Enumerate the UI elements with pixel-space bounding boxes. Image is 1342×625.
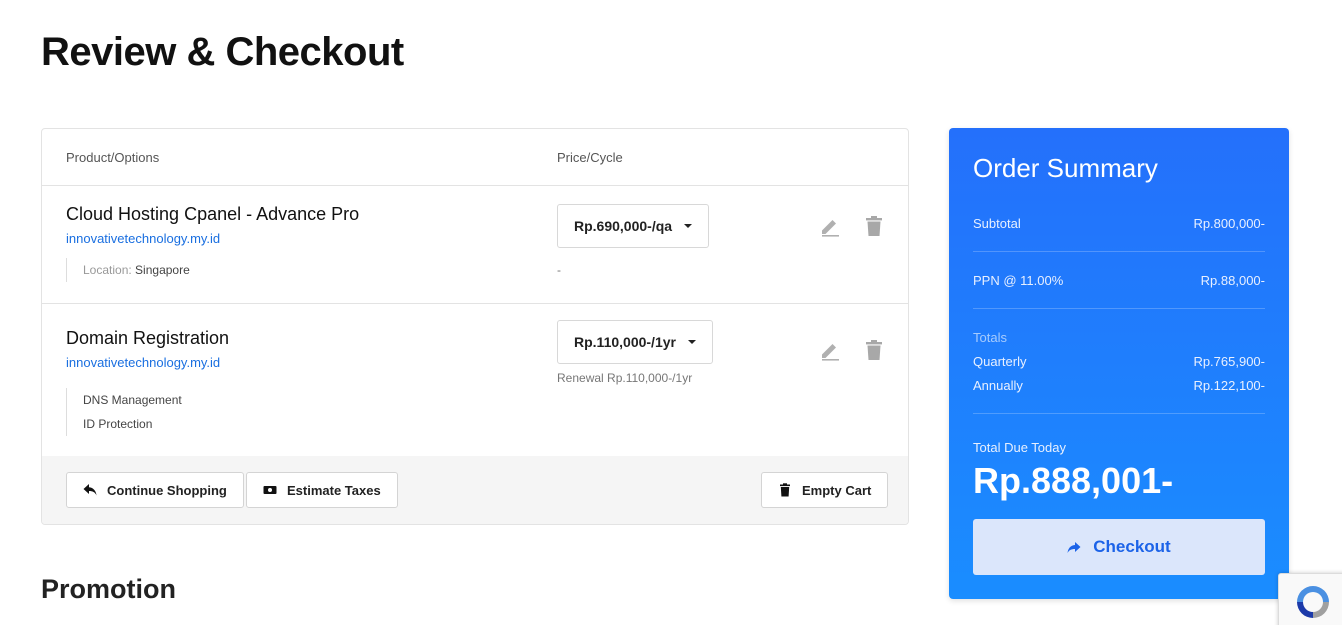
annually-label: Annually [973, 378, 1023, 393]
subtotal-value: Rp.800,000- [1193, 216, 1265, 231]
arrow-right-icon [1067, 540, 1081, 554]
annually-row: Annually Rp.122,100- [973, 378, 1265, 393]
billing-cycle-select[interactable]: Rp.690,000-/qa [557, 204, 710, 248]
cart-item: Cloud Hosting Cpanel - Advance Pro innov… [42, 186, 908, 304]
total-due-label: Total Due Today [973, 440, 1066, 455]
reply-arrow-icon [83, 483, 97, 497]
trash-icon[interactable] [863, 215, 885, 237]
quarterly-value: Rp.765,900- [1193, 354, 1265, 369]
subtotal-row: Subtotal Rp.800,000- [973, 216, 1265, 231]
product-domain-link[interactable]: innovativetechnology.my.id [66, 355, 220, 370]
summary-divider [973, 251, 1265, 252]
estimate-taxes-label: Estimate Taxes [287, 482, 381, 498]
product-domain-link[interactable]: innovativetechnology.my.id [66, 231, 220, 246]
order-summary-panel: Order Summary Subtotal Rp.800,000- PPN @… [949, 128, 1289, 599]
estimate-taxes-button[interactable]: Estimate Taxes [246, 472, 398, 508]
tax-label: PPN @ 11.00% [973, 273, 1064, 288]
checkout-button[interactable]: Checkout [973, 519, 1265, 575]
caret-down-icon [684, 224, 693, 228]
summary-divider [973, 308, 1265, 309]
promotion-heading: Promotion [41, 574, 176, 604]
summary-divider [973, 413, 1265, 414]
location-label: Location: [83, 263, 132, 277]
tax-value: Rp.88,000- [1200, 273, 1265, 288]
quarterly-label: Quarterly [973, 354, 1027, 369]
empty-cart-button[interactable]: Empty Cart [761, 472, 889, 508]
recaptcha-icon [1297, 586, 1329, 618]
total-due-amount: Rp.888,001- [973, 460, 1174, 501]
product-name: Cloud Hosting Cpanel - Advance Pro [66, 204, 360, 224]
billing-cycle-value: Rp.690,000-/qa [574, 218, 673, 234]
trash-icon[interactable] [863, 339, 885, 361]
continue-shopping-button[interactable]: Continue Shopping [66, 472, 244, 508]
continue-shopping-label: Continue Shopping [107, 482, 227, 498]
cart-actions-bar: Continue Shopping Estimate Taxes Empty C… [42, 456, 908, 524]
product-options: DNS Management ID Protection [66, 388, 182, 436]
billing-cycle-value: Rp.110,000-/1yr [574, 334, 676, 350]
recaptcha-badge[interactable] [1278, 573, 1342, 625]
pencil-icon[interactable] [819, 215, 841, 237]
option-item: DNS Management [83, 393, 182, 407]
pencil-icon[interactable] [819, 339, 841, 361]
renewal-price-note: Renewal Rp.110,000-/1yr [557, 371, 693, 385]
caret-down-icon [687, 340, 696, 344]
option-location: Location: Singapore [83, 258, 190, 282]
column-price-cycle: Price/Cycle [557, 150, 623, 165]
product-name: Domain Registration [66, 328, 230, 348]
checkout-label: Checkout [1093, 537, 1171, 556]
totals-label: Totals [973, 330, 1007, 345]
order-summary-title: Order Summary [973, 153, 1158, 183]
cart-header: Product/Options Price/Cycle [42, 129, 908, 186]
empty-cart-label: Empty Cart [802, 482, 872, 498]
cart-table: Product/Options Price/Cycle Cloud Hostin… [41, 128, 909, 525]
column-product-options: Product/Options [66, 150, 160, 165]
money-icon [263, 483, 277, 497]
location-value: Singapore [135, 263, 190, 277]
billing-cycle-select[interactable]: Rp.110,000-/1yr [557, 320, 713, 364]
option-item: ID Protection [83, 417, 153, 431]
product-options: Location: Singapore [66, 258, 190, 282]
price-note: - [557, 263, 561, 277]
cart-item: Domain Registration innovativetechnology… [42, 304, 908, 457]
subtotal-label: Subtotal [973, 216, 1021, 231]
trash-icon [778, 483, 792, 497]
quarterly-row: Quarterly Rp.765,900- [973, 354, 1265, 369]
annually-value: Rp.122,100- [1193, 378, 1265, 393]
page-title: Review & Checkout [41, 30, 404, 74]
tax-row: PPN @ 11.00% Rp.88,000- [973, 273, 1265, 288]
